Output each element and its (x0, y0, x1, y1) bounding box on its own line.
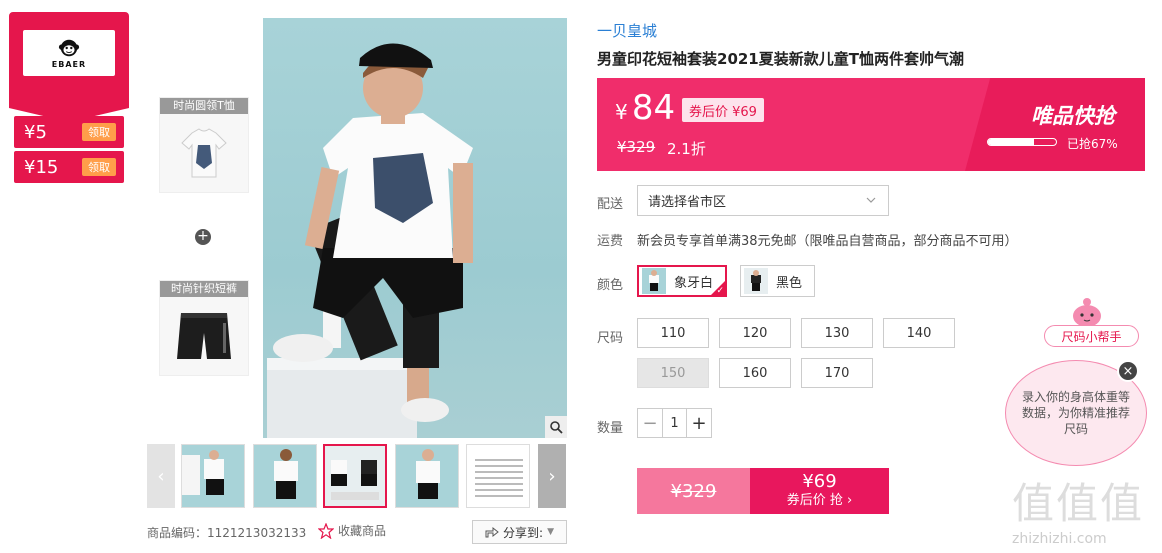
share-icon (485, 526, 499, 538)
star-icon (318, 522, 334, 539)
thumbnail[interactable] (466, 444, 530, 508)
size-label: 尺码 (597, 331, 624, 346)
discount-label: 2.1折 (667, 140, 706, 158)
thumbnail[interactable] (181, 444, 245, 508)
shop-name-link[interactable]: 一贝皇城 (597, 20, 657, 41)
favorite-button[interactable]: 收藏商品 (318, 522, 386, 539)
size-helper-text: 录入你的身高体重等数据，为你精准推荐尺码 (1022, 390, 1131, 436)
close-icon[interactable]: × (1117, 360, 1139, 382)
color-swatch (744, 268, 768, 294)
chevron-down-icon (866, 197, 876, 203)
buy-coupon-price: ¥69 (802, 471, 837, 492)
thumbnail[interactable] (253, 444, 317, 508)
currency-symbol: ¥ (615, 100, 628, 124)
size-option-150: 150 (637, 358, 709, 388)
combo-plus-icon: + (195, 229, 211, 245)
favorite-label: 收藏商品 (338, 524, 387, 538)
quantity-stepper: − 1 + (637, 408, 712, 438)
coupon-15[interactable]: ¥15 领取 (14, 151, 124, 183)
thumbnail[interactable] (395, 444, 459, 508)
watermark-url: zhizhizhi.com (1012, 531, 1107, 547)
tshirt-image (160, 114, 248, 192)
thumb-next-button[interactable]: › (538, 444, 566, 508)
shorts-image (160, 297, 248, 375)
coupon-5[interactable]: ¥5 领取 (14, 116, 124, 148)
thumbnail-active[interactable] (323, 444, 387, 508)
mascot-icon (1073, 298, 1101, 327)
sold-progress-fill (988, 139, 1034, 145)
size-option-140[interactable]: 140 (883, 318, 955, 348)
quantity-plus-button[interactable]: + (687, 409, 711, 437)
color-option-label: 黑色 (776, 275, 803, 291)
claim-coupon-button[interactable]: 领取 (82, 158, 116, 176)
delivery-label: 配送 (597, 197, 624, 212)
size-option-120[interactable]: 120 (719, 318, 791, 348)
size-option-130[interactable]: 130 (801, 318, 873, 348)
region-select[interactable]: 请选择省市区 (637, 185, 889, 216)
sold-progress-text: 已抢67% (1067, 137, 1118, 151)
site-watermark: 值值值 zhizhizhi.com (1012, 470, 1157, 550)
watermark-logo: 值值值 (1012, 479, 1145, 528)
color-label: 颜色 (597, 278, 624, 293)
current-price-value: 84 (631, 88, 676, 128)
region-select-value: 请选择省市区 (648, 195, 727, 210)
size-option-110[interactable]: 110 (637, 318, 709, 348)
shipping-info: 新会员专享首单满38元免邮（限唯品自营商品，部分商品不可用） (637, 234, 1018, 249)
product-sku: 商品编码：1121213032133 (147, 526, 307, 540)
flash-sale-title: 唯品快抢 (1031, 104, 1115, 128)
quantity-input[interactable]: 1 (662, 409, 687, 437)
price-bar: ¥ 84 券后价 ¥69 ¥329 2.1折 唯品快抢 已抢67% (597, 78, 1145, 171)
current-price: ¥ 84 (615, 88, 675, 128)
chevron-down-icon: ▼ (547, 527, 554, 537)
size-option-160[interactable]: 160 (719, 358, 791, 388)
buy-original-price-button[interactable]: ¥329 (637, 468, 750, 514)
product-photo-illustration (267, 43, 473, 438)
share-label: 分享到: (503, 525, 544, 540)
combo-item-tshirt[interactable]: 时尚圆领T恤 (159, 97, 249, 193)
thumb-prev-button[interactable]: ‹ (147, 444, 175, 508)
color-option-label: 象牙白 (674, 275, 714, 291)
monkey-logo-icon (58, 39, 80, 57)
claim-coupon-button[interactable]: 领取 (82, 123, 116, 141)
main-product-image[interactable] (263, 18, 567, 438)
zoom-icon[interactable] (545, 416, 567, 438)
quantity-label: 数量 (597, 421, 624, 436)
size-option-170[interactable]: 170 (801, 358, 873, 388)
original-price: ¥329 (617, 138, 656, 156)
share-button[interactable]: 分享到: ▼ (472, 520, 567, 544)
sold-progress-bar (987, 138, 1057, 146)
coupon-price-tag: 券后价 ¥69 (682, 98, 764, 122)
coupon-amount: ¥15 (24, 156, 59, 178)
buy-coupon-label: 券后价 抢 › (786, 493, 853, 508)
brand-logo[interactable]: EBAER (23, 30, 115, 76)
brand-card[interactable]: EBAER (9, 12, 129, 122)
color-swatch (642, 268, 666, 294)
check-icon: ✓ (716, 286, 725, 296)
brand-name: EBAER (51, 60, 87, 69)
size-helper-tag[interactable]: 尺码小帮手 (1044, 325, 1139, 347)
coupon-amount: ¥5 (24, 121, 47, 143)
product-title: 男童印花短袖套装2021夏装新款儿童T恤两件套帅气潮 (597, 50, 964, 68)
color-option-black[interactable]: 黑色 (740, 265, 816, 297)
color-option-ivory[interactable]: 象牙白 ✓ (637, 265, 728, 297)
shipping-label: 运费 (597, 234, 624, 249)
combo-item-title: 时尚针织短裤 (160, 281, 248, 297)
quantity-minus-button[interactable]: − (638, 409, 662, 437)
buy-with-coupon-button[interactable]: ¥69 券后价 抢 › (750, 468, 889, 514)
combo-item-shorts[interactable]: 时尚针织短裤 (159, 280, 249, 376)
combo-item-title: 时尚圆领T恤 (160, 98, 248, 114)
